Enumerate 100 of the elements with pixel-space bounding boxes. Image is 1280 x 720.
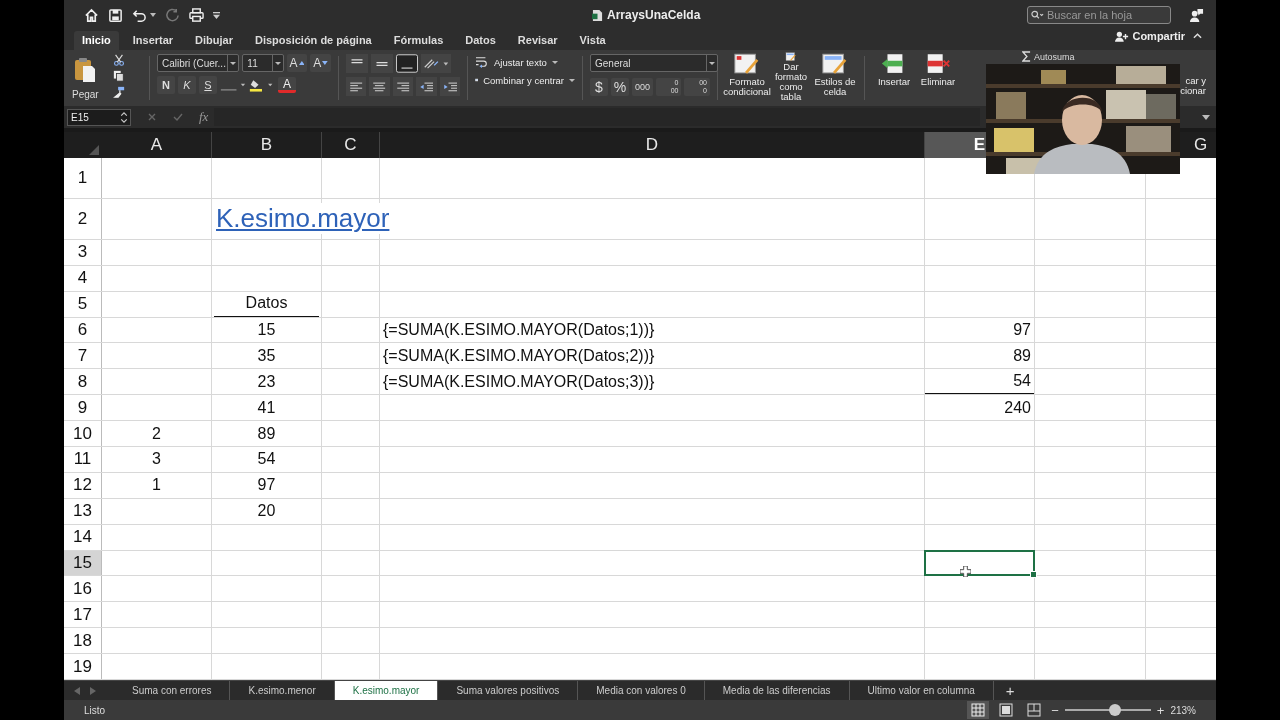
share-comment-icon[interactable] bbox=[1189, 7, 1204, 23]
cell-text: 54 bbox=[256, 450, 277, 469]
sheet-tab[interactable]: K.esimo.mayor bbox=[334, 681, 439, 700]
align-bottom-icon[interactable] bbox=[396, 54, 418, 73]
name-box[interactable]: E15 bbox=[67, 108, 131, 126]
cell-text: 41 bbox=[256, 398, 277, 417]
grow-font-button[interactable]: A bbox=[286, 54, 308, 72]
number-format-select[interactable]: General bbox=[590, 54, 718, 72]
caret-icon[interactable] bbox=[150, 13, 156, 17]
cell-text: {=SUMA(K.ESIMO.MAYOR(Datos;1))} bbox=[382, 320, 655, 339]
cancel-icon[interactable] bbox=[147, 112, 157, 122]
font-size-select[interactable]: 11 bbox=[242, 54, 284, 72]
cell-text: {=SUMA(K.ESIMO.MAYOR(Datos;2))} bbox=[382, 346, 655, 365]
collapse-icon[interactable] bbox=[1193, 33, 1202, 39]
align-right-icon[interactable] bbox=[392, 77, 414, 96]
column-header[interactable]: G bbox=[1193, 134, 1208, 155]
zoom-in-button[interactable]: + bbox=[1156, 702, 1165, 718]
next-sheet-icon[interactable] bbox=[90, 686, 96, 695]
zoom-out-button[interactable]: − bbox=[1051, 702, 1059, 718]
paste-button[interactable]: Pegar bbox=[72, 54, 99, 102]
font-select[interactable]: Calibri (Cuer... bbox=[157, 54, 240, 72]
wrap-text-icon bbox=[475, 56, 489, 68]
add-sheet-button[interactable]: + bbox=[993, 681, 1027, 700]
table-brush-icon bbox=[821, 52, 849, 77]
italic-button[interactable]: K bbox=[178, 76, 196, 94]
check-icon[interactable] bbox=[173, 112, 183, 122]
cursor-icon bbox=[960, 565, 971, 577]
styles-button[interactable]: Formato condicional bbox=[725, 52, 769, 102]
save-icon[interactable] bbox=[108, 7, 123, 23]
cell-text: 97 bbox=[1013, 320, 1032, 339]
align-top-icon[interactable] bbox=[346, 54, 368, 73]
brush-icon[interactable] bbox=[112, 86, 125, 98]
align-center-icon[interactable] bbox=[369, 77, 390, 96]
column-header[interactable]: D bbox=[645, 134, 659, 155]
up-triangle-icon bbox=[298, 61, 305, 65]
selected-cell[interactable] bbox=[924, 549, 1035, 577]
column-header[interactable]: A bbox=[150, 134, 163, 155]
find-select-label[interactable]: car y cionar bbox=[1176, 76, 1206, 96]
cell-text: 240 bbox=[1004, 398, 1032, 417]
increase-indent-icon[interactable] bbox=[439, 77, 461, 96]
cell-text: 23 bbox=[256, 372, 277, 391]
wrap-text-button[interactable]: Ajustar texto bbox=[475, 56, 575, 68]
ribbon-tab[interactable]: Insertar bbox=[124, 31, 182, 50]
cell-text: 3 bbox=[151, 450, 162, 469]
home-icon[interactable] bbox=[84, 7, 99, 23]
function-button[interactable]: fx bbox=[199, 109, 209, 125]
cell-text: Datos bbox=[214, 288, 319, 317]
copy-icon[interactable] bbox=[112, 70, 125, 82]
column-header[interactable]: B bbox=[260, 134, 273, 155]
scissors-icon[interactable] bbox=[112, 54, 125, 66]
percent-button[interactable]: % bbox=[611, 78, 630, 96]
cell-text: 35 bbox=[256, 346, 277, 365]
column-header[interactable]: E bbox=[973, 134, 986, 155]
align-middle-icon[interactable] bbox=[371, 54, 393, 73]
underline-button[interactable]: S bbox=[199, 76, 217, 94]
cell-text: 2 bbox=[151, 424, 162, 443]
ribbon-tab[interactable]: Disposición de página bbox=[247, 31, 380, 50]
ribbon-tab[interactable]: Fórmulas bbox=[385, 31, 452, 50]
sigma-icon bbox=[1022, 51, 1031, 62]
delete-button[interactable]: Eliminar bbox=[916, 52, 960, 102]
search-icon bbox=[1031, 10, 1044, 20]
merge-center-button[interactable]: Combinar y centrar bbox=[475, 74, 575, 86]
column-header[interactable]: C bbox=[344, 134, 357, 155]
normal-view-icon[interactable] bbox=[967, 701, 990, 719]
shrink-font-button[interactable]: A bbox=[310, 54, 331, 72]
cell-text: {=SUMA(K.ESIMO.MAYOR(Datos;3))} bbox=[382, 372, 655, 391]
insert-button[interactable]: Insertar bbox=[872, 52, 916, 102]
share-button[interactable]: Compartir bbox=[1115, 30, 1185, 42]
currency-button[interactable]: $ bbox=[590, 78, 608, 96]
print-icon[interactable] bbox=[189, 7, 204, 23]
autosum-button[interactable]: Autosuma bbox=[1022, 51, 1075, 62]
zoom-slider-thumb[interactable] bbox=[1108, 704, 1121, 716]
font-color-button[interactable]: A bbox=[278, 77, 296, 93]
ribbon-tab[interactable]: Inicio bbox=[74, 31, 119, 50]
cell-text: 89 bbox=[256, 424, 277, 443]
previous-sheet-icon[interactable] bbox=[74, 686, 80, 695]
ribbon-tab[interactable]: Revisar bbox=[509, 31, 566, 50]
expand-icon[interactable] bbox=[1202, 114, 1210, 120]
status-text: Listo bbox=[84, 704, 106, 716]
bold-button[interactable]: N bbox=[157, 76, 175, 94]
fill-color-icon[interactable] bbox=[249, 77, 275, 93]
cell-text: 89 bbox=[1013, 346, 1032, 365]
cell-text: 15 bbox=[256, 320, 277, 339]
decrease-indent-icon[interactable] bbox=[416, 77, 437, 96]
document-icon bbox=[592, 8, 603, 22]
redo-icon[interactable] bbox=[165, 7, 180, 23]
customize-icon[interactable] bbox=[213, 11, 220, 19]
ribbon-tab[interactable]: Datos bbox=[457, 31, 504, 50]
thousands-button[interactable]: 000 bbox=[632, 78, 653, 96]
row-header[interactable]: 15 bbox=[64, 550, 102, 576]
ribbon-tab[interactable]: Dibujar bbox=[187, 31, 241, 50]
ribbon-tab[interactable]: Vista bbox=[571, 31, 614, 50]
search-field[interactable]: Buscar en la hoja bbox=[1027, 6, 1171, 24]
styles-button[interactable]: Estilos de celda bbox=[813, 52, 857, 102]
cell-text: 97 bbox=[256, 476, 277, 495]
down-triangle-icon bbox=[322, 61, 328, 65]
align-left-icon[interactable] bbox=[346, 77, 367, 96]
stepper-icon bbox=[120, 110, 128, 124]
cell-text: 1 bbox=[151, 476, 162, 495]
orientation-icon[interactable] bbox=[421, 54, 451, 73]
